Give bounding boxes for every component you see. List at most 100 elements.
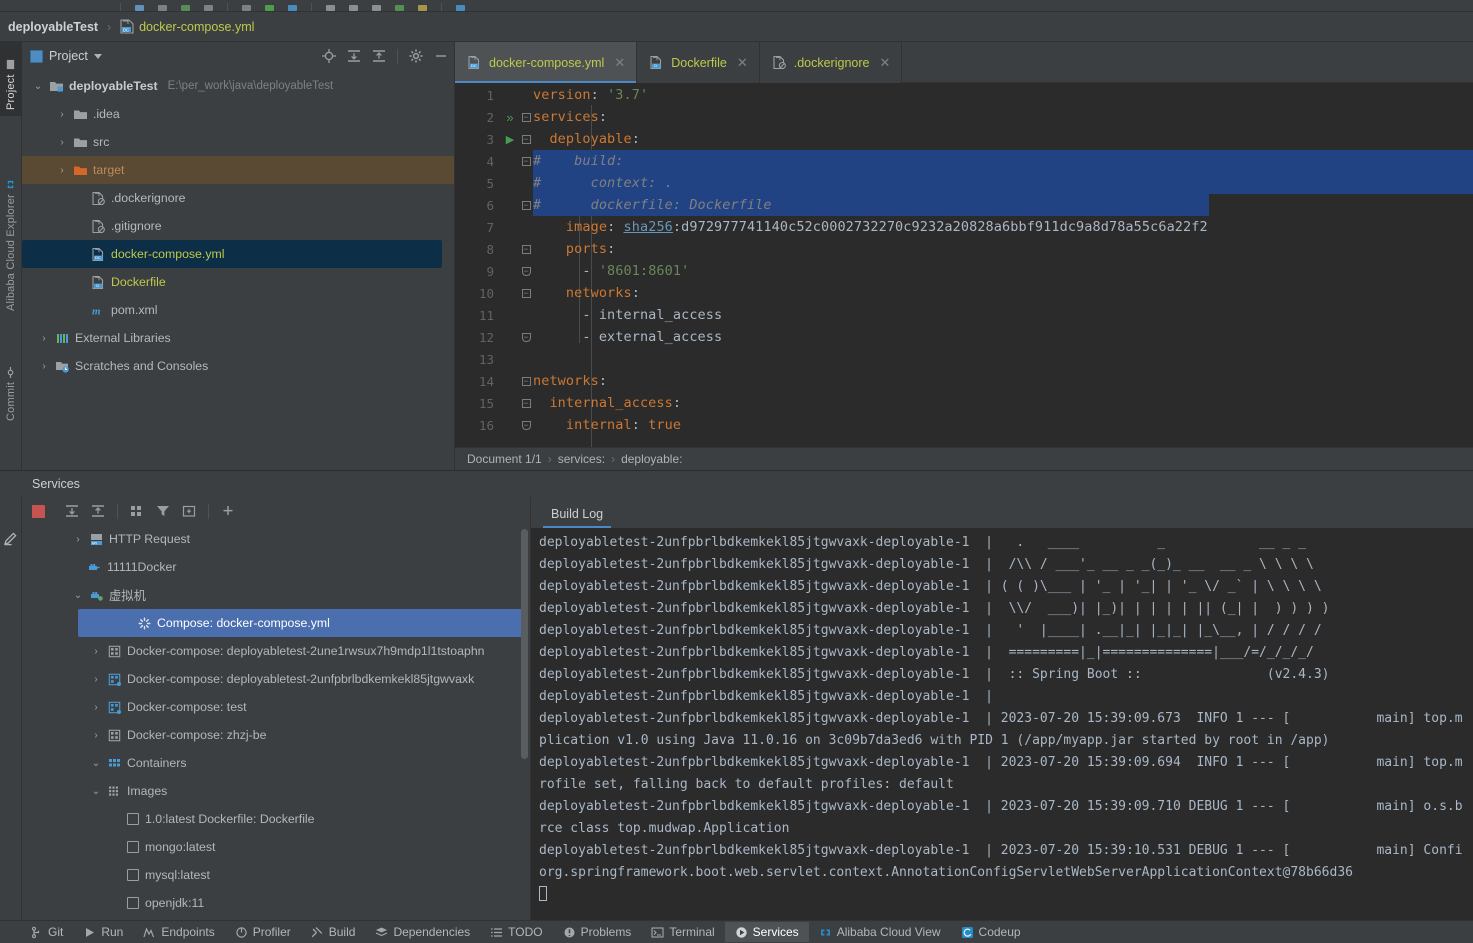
status-item-services[interactable]: Services: [724, 922, 809, 942]
status-item-alibaba-cloud-view[interactable]: Alibaba Cloud View: [809, 922, 951, 942]
minimize-icon[interactable]: [434, 49, 448, 63]
tree-row-dockerfile[interactable]: › D Dockerfile: [22, 268, 454, 296]
status-item-run[interactable]: Run: [73, 922, 133, 942]
service-row-containers[interactable]: ⌄ Containers: [22, 749, 530, 777]
code-editor[interactable]: 1 version: '3.7' 2» − services: 3 ▶ − deployabl…: [455, 83, 1473, 447]
chevron-right-icon[interactable]: ›: [90, 730, 102, 741]
chevron-down-icon[interactable]: ⌄: [90, 786, 102, 797]
stop-button[interactable]: [32, 504, 45, 518]
fold-end-icon[interactable]: −: [519, 266, 533, 277]
close-icon[interactable]: ✕: [879, 55, 890, 71]
filter-icon[interactable]: [156, 504, 170, 518]
toolbar-icon[interactable]: [158, 5, 167, 11]
locate-icon[interactable]: [322, 49, 336, 63]
sidebar-item-project[interactable]: Project: [0, 42, 22, 116]
status-item-terminal[interactable]: Terminal: [641, 922, 724, 942]
chevron-right-icon[interactable]: ›: [56, 109, 68, 120]
fold-end-icon[interactable]: −: [519, 332, 533, 343]
service-row-docker-compose-test[interactable]: › Docker-compose: test: [22, 693, 530, 721]
add-icon[interactable]: [221, 504, 235, 518]
toolbar-icon[interactable]: [242, 5, 251, 11]
service-row-11111docker[interactable]: 11111Docker: [22, 553, 530, 581]
toolbar-icon[interactable]: [456, 5, 465, 11]
toolbar-icon[interactable]: [204, 5, 213, 11]
tree-row-dockerignore[interactable]: › .dockerignore: [22, 184, 454, 212]
chevron-right-icon[interactable]: ›: [38, 333, 50, 344]
chevron-right-icon[interactable]: ›: [90, 702, 102, 713]
toolbar-icon[interactable]: [395, 5, 404, 11]
breadcrumb-project[interactable]: deployableTest: [2, 18, 104, 36]
service-row-image-3[interactable]: mysql:latest: [22, 861, 530, 889]
status-item-endpoints[interactable]: Endpoints: [133, 922, 224, 942]
expand-all-icon[interactable]: [347, 49, 361, 63]
toolbar-icon[interactable]: [349, 5, 358, 11]
tree-row-external-libraries[interactable]: › External Libraries: [22, 324, 454, 352]
chevron-right-icon[interactable]: ›: [90, 646, 102, 657]
toolbar-icon[interactable]: [326, 5, 335, 11]
fold-open-icon[interactable]: −: [519, 112, 533, 123]
fold-open-icon[interactable]: −: [519, 156, 533, 167]
collapse-all-icon[interactable]: [91, 504, 105, 518]
status-item-problems[interactable]: Problems: [553, 922, 642, 942]
toolbar-icon[interactable]: [372, 5, 381, 11]
tree-row-module[interactable]: ⌄ deployableTest E:\per_work\java\deploy…: [22, 72, 454, 100]
breadcrumb-crumb-services[interactable]: services:: [558, 452, 605, 466]
services-scrollbar[interactable]: [521, 529, 528, 759]
status-item-todo[interactable]: TODO: [480, 922, 552, 942]
chevron-down-icon[interactable]: ⌄: [32, 81, 44, 92]
breadcrumb-crumb-deployable[interactable]: deployable:: [621, 452, 682, 466]
service-row-compose-docker-compose-yml[interactable]: Compose: docker-compose.yml: [78, 609, 524, 637]
status-item-codeup[interactable]: Codeup: [951, 922, 1031, 942]
toolbar-icon[interactable]: [418, 5, 427, 11]
sidebar-item-alibaba-cloud-explorer[interactable]: Alibaba Cloud Explorer: [0, 122, 22, 317]
chevron-right-icon[interactable]: ›: [38, 361, 50, 372]
toolbar-icon[interactable]: [181, 5, 190, 11]
show-tabs-icon[interactable]: [182, 504, 196, 518]
status-item-git[interactable]: Git: [20, 922, 73, 942]
fold-open-icon[interactable]: −: [519, 398, 533, 409]
pencil-icon[interactable]: [3, 531, 19, 547]
fold-open-icon[interactable]: −: [519, 200, 533, 211]
group-icon[interactable]: [130, 504, 144, 518]
fold-open-icon[interactable]: −: [519, 134, 533, 145]
fold-open-icon[interactable]: −: [519, 376, 533, 387]
chevron-right-icon[interactable]: ›: [56, 165, 68, 176]
chevron-down-icon[interactable]: ⌄: [72, 590, 84, 601]
tree-row-docker-compose-yml[interactable]: › DC docker-compose.yml: [22, 240, 442, 268]
tab-dockerfile[interactable]: D Dockerfile ✕: [637, 42, 760, 83]
status-item-dependencies[interactable]: Dependencies: [365, 922, 480, 942]
service-row-http-request[interactable]: › API HTTP Request: [22, 525, 530, 553]
tree-row-idea[interactable]: › .idea: [22, 100, 454, 128]
debug-icon[interactable]: [288, 5, 297, 11]
tree-row-target[interactable]: › target: [22, 156, 454, 184]
chevron-right-icon[interactable]: ›: [72, 534, 84, 545]
expand-all-icon[interactable]: [65, 504, 79, 518]
service-row-docker-compose-1[interactable]: › Docker-compose: deployabletest-2une1rw…: [22, 637, 530, 665]
breadcrumb-file[interactable]: DC docker-compose.yml: [114, 17, 260, 36]
gear-icon[interactable]: [409, 49, 423, 63]
toolbar-icon[interactable]: [135, 5, 144, 11]
close-icon[interactable]: ✕: [737, 55, 748, 71]
service-row-docker-compose-zhzj-be[interactable]: › Docker-compose: zhzj-be: [22, 721, 530, 749]
fold-open-icon[interactable]: −: [519, 288, 533, 299]
sidebar-item-commit[interactable]: Commit: [0, 322, 22, 427]
chevron-down-icon[interactable]: [93, 53, 102, 59]
service-row-images[interactable]: ⌄ Images: [22, 777, 530, 805]
status-item-build[interactable]: Build: [301, 922, 366, 942]
chevron-right-icon[interactable]: ›: [90, 674, 102, 685]
run-all-gutter-icon[interactable]: »: [501, 110, 519, 125]
chevron-down-icon[interactable]: ⌄: [90, 758, 102, 769]
tab-build-log[interactable]: Build Log: [539, 503, 615, 528]
run-gutter-icon[interactable]: ▶: [501, 133, 519, 146]
service-row-image-1[interactable]: 1.0:latest Dockerfile: Dockerfile: [22, 805, 530, 833]
service-row-image-2[interactable]: mongo:latest: [22, 833, 530, 861]
tree-row-scratches-and-consoles[interactable]: › Scratches and Consoles: [22, 352, 454, 380]
service-row-virtual-machine[interactable]: ⌄ 虚拟机: [22, 581, 530, 609]
console-output[interactable]: deployabletest-2unfpbrlbdkemkekl85jtgwva…: [531, 528, 1473, 920]
project-panel-title-group[interactable]: Project: [30, 49, 102, 63]
fold-open-icon[interactable]: −: [519, 244, 533, 255]
service-row-docker-compose-2[interactable]: › Docker-compose: deployabletest-2unfpbr…: [22, 665, 530, 693]
collapse-all-icon[interactable]: [372, 49, 386, 63]
tab-dockerignore[interactable]: .dockerignore ✕: [759, 42, 903, 83]
service-row-image-4[interactable]: openjdk:11: [22, 889, 530, 917]
